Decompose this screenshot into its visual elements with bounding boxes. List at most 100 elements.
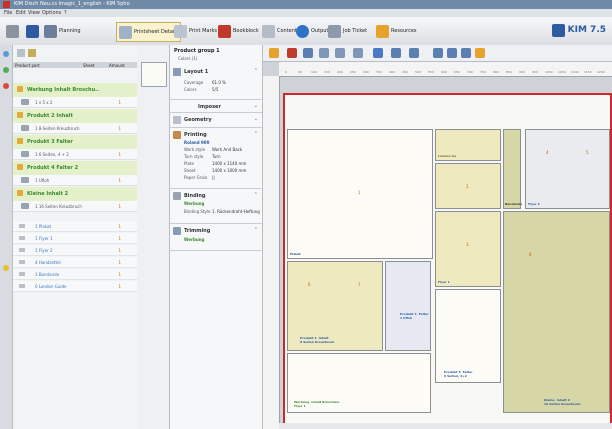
zoom-out-icon[interactable]: [447, 48, 457, 58]
warning-icon[interactable]: [3, 265, 9, 271]
product-group-produkt2[interactable]: Produkt 2 Inhalt: [13, 109, 137, 124]
menu-file[interactable]: File: [4, 10, 12, 16]
part-row[interactable]: 1 Plakat 1: [13, 221, 137, 232]
toolbar-job-ticket-button[interactable]: Job Ticket: [328, 22, 367, 40]
toolbar-resources-button[interactable]: Resources: [376, 22, 417, 40]
stack-icon[interactable]: [409, 48, 419, 58]
block-flyer-2[interactable]: 2: [435, 163, 501, 209]
columns-icon[interactable]: [335, 48, 345, 58]
geometry-icon: [173, 116, 181, 124]
block-produkt-4[interactable]: Produkt 4 Falter 1 Ufloh: [385, 261, 431, 351]
menu-help[interactable]: ?: [64, 10, 67, 16]
ruler-tick: 500: [415, 70, 421, 74]
ruler-tick: 400: [389, 70, 395, 74]
product-sub[interactable]: 1 8-Seiten Kreuzbruch 1: [13, 123, 137, 134]
part-row[interactable]: 0 London Guide 1: [13, 281, 137, 292]
collapse-icon[interactable]: ⌃: [254, 192, 258, 198]
section-layout[interactable]: Layout 1 ⌃ Coverage 61.0 % Colors 5/5: [170, 65, 262, 100]
block-flyer-1[interactable]: Flyer 1 3: [435, 211, 501, 287]
kim-logo-icon: [551, 23, 565, 37]
toolbar-printsheet-button[interactable]: Printsheet Details: [116, 22, 182, 42]
add-icon[interactable]: [3, 67, 9, 73]
product-group-kleine[interactable]: Kleine Inhalt 2: [13, 187, 137, 202]
properties-panel: Product group 1 Colors (1) Layout 1 ⌃ Co…: [170, 45, 263, 429]
ruler-tick: 700: [467, 70, 473, 74]
ruler-tick: 950: [532, 70, 538, 74]
product-parts-panel: Product part Sheet Amount Werbung Inhalt…: [13, 45, 138, 429]
product-sub[interactable]: 1 16 Seiten Kreuzbruch 1: [13, 201, 137, 212]
table-icon[interactable]: [353, 48, 363, 58]
delete-icon[interactable]: [3, 83, 9, 89]
arrow-icon[interactable]: [391, 48, 401, 58]
horizontal-scrollbar[interactable]: [279, 423, 612, 429]
settings-icon[interactable]: [475, 48, 485, 58]
ruler-tick: 1200: [597, 70, 605, 74]
fold-icon[interactable]: [319, 48, 329, 58]
block-london-guide[interactable]: London Gu: [435, 129, 501, 161]
toolbar-planning-button[interactable]: Planning: [44, 22, 81, 40]
section-printing[interactable]: Printing ⌃ Roland 900 Work style Work And…: [170, 128, 262, 189]
toolbar-print-marks-button[interactable]: Print Marks: [174, 22, 217, 40]
part-row[interactable]: 1 Flyer 21: [13, 245, 137, 256]
product-icon: [17, 86, 23, 92]
part-row[interactable]: 1 Flyer 11: [13, 233, 137, 244]
panel-layout-icon[interactable]: [28, 49, 36, 57]
block-werbung[interactable]: Werbung Inhalt Broschüre Flyer 1: [287, 353, 431, 413]
block-kleine[interactable]: Kleine Inhalt 2 16 Seiten Kreuzbruch 8: [503, 211, 610, 413]
toolbar-save-button[interactable]: [26, 22, 39, 40]
expand-icon[interactable]: ⌄: [254, 103, 258, 109]
menu-edit[interactable]: Edit: [16, 10, 26, 16]
pointer-icon[interactable]: [287, 48, 297, 58]
product-sub[interactable]: 1 6 Seiten, 4 + 21: [13, 149, 137, 160]
panel-tool-icon[interactable]: [17, 49, 25, 57]
menu-options[interactable]: Options: [42, 10, 61, 16]
section-imposer[interactable]: Imposer ⌄: [170, 100, 262, 113]
expand-icon[interactable]: [3, 51, 9, 57]
product-group-produkt3[interactable]: Produkt 3 Falter: [13, 135, 137, 150]
align-icon[interactable]: [373, 48, 383, 58]
part-row[interactable]: 4 Handzettel 1: [13, 257, 137, 268]
sheet-thumbnail[interactable]: [141, 62, 167, 87]
toolbar-pencil-button[interactable]: [6, 22, 19, 40]
menu-view[interactable]: View: [28, 10, 40, 16]
pencil-icon: [6, 24, 19, 38]
section-trimming[interactable]: Trimming ⌃ Werbung: [170, 224, 262, 251]
block-bandarole[interactable]: Bandarole: [503, 129, 522, 209]
block-produkt-2[interactable]: Produkt 2 Inhalt 8 Seiten Kreuzbruch 6 7: [287, 261, 383, 351]
collapse-icon[interactable]: ⌃: [254, 68, 258, 74]
product-group-werbung[interactable]: Werbung Inhalt Broschu..: [13, 83, 137, 98]
printsheet-icon: [119, 25, 132, 39]
sheet-icon: [21, 177, 29, 183]
content-icon: [262, 24, 275, 38]
toolbar-bookblock-button[interactable]: Bookblock: [218, 22, 259, 40]
print-marks-icon: [174, 24, 187, 38]
ruler-tick: 550: [428, 70, 434, 74]
block-produkt-3[interactable]: Produkt 3 Falter 6 Seiten, 4+2: [435, 289, 501, 383]
zoom-in-icon[interactable]: [433, 48, 443, 58]
job-ticket-icon: [328, 24, 341, 38]
collapse-icon[interactable]: ⌃: [254, 131, 258, 137]
block-flyer-2-pages[interactable]: Flyer 2 4 5: [525, 129, 610, 209]
collapse-icon[interactable]: ⌃: [254, 227, 258, 233]
canvas-toolbar: [263, 45, 612, 62]
product-sub[interactable]: 1 x 5 x 21: [13, 97, 137, 108]
grid-icon[interactable]: [303, 48, 313, 58]
ruler-tick: 1100: [571, 70, 579, 74]
ruler-tick: 200: [337, 70, 343, 74]
product-sub[interactable]: 1 Ufloh 1: [13, 175, 137, 186]
expand-icon[interactable]: ⌄: [254, 116, 258, 122]
product-icon: [17, 164, 23, 170]
block-plakat[interactable]: Plakat 1: [287, 129, 433, 259]
sheet-icon: [21, 99, 29, 105]
section-geometry[interactable]: Geometry ⌄: [170, 113, 262, 128]
toolbar-content-button[interactable]: Content: [262, 22, 297, 40]
ruler-tick: 350: [376, 70, 382, 74]
product-group-produkt4[interactable]: Produkt 4 Falter 2: [13, 161, 137, 176]
save-icon: [26, 24, 39, 38]
rotate-icon[interactable]: [461, 48, 471, 58]
toolbar-output-button[interactable]: Output: [296, 22, 328, 40]
print-sheet[interactable]: Plakat 1 London Gu 2 Flyer 1 3 Bandarole…: [283, 93, 612, 429]
zoom-fit-icon[interactable]: [269, 48, 279, 58]
part-row[interactable]: 1 Bandarole 1: [13, 269, 137, 280]
section-binding[interactable]: Binding ⌃ Werbung Binding Style 1. Rücken…: [170, 189, 262, 224]
